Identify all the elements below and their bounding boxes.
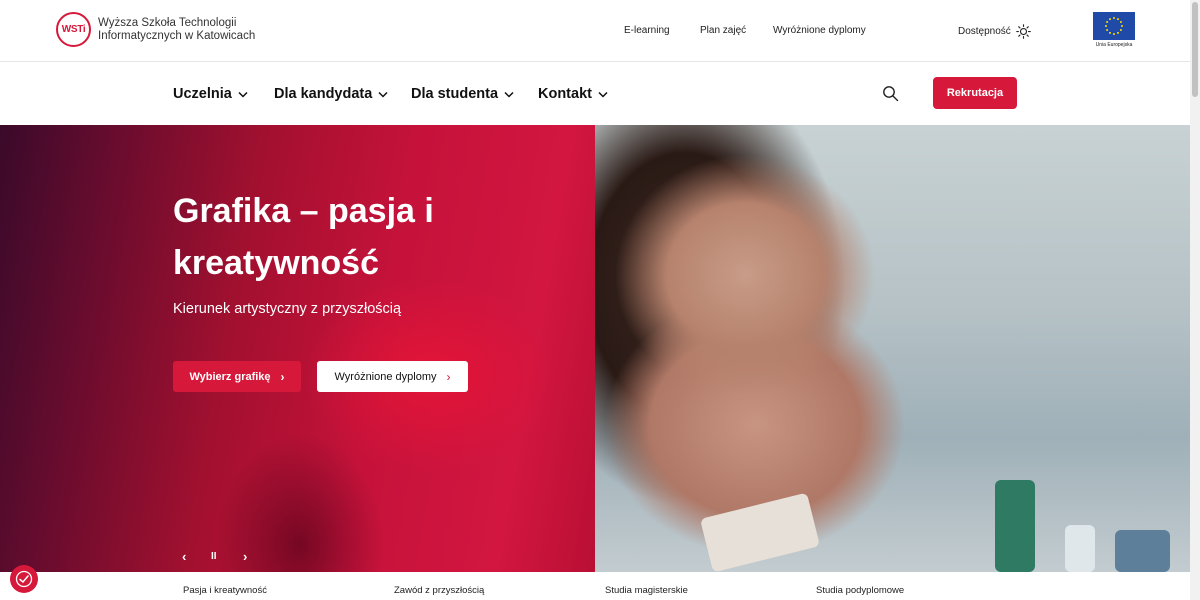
nav-item-dla-studenta[interactable]: Dla studenta (411, 86, 514, 102)
button-label: Wyróżnione dyplomy (334, 370, 437, 383)
slider-next-button[interactable]: › (243, 549, 247, 564)
chevron-right-icon: › (280, 369, 285, 384)
decorative-bottle (995, 480, 1035, 572)
chevron-down-icon (598, 91, 608, 98)
tab-zawod-z-przyszloscia[interactable]: Zawód z przyszłością (394, 585, 484, 596)
button-label: Wybierz grafikę (189, 370, 271, 383)
hero-slider: Grafika – pasja i kreatywność Kierunek a… (0, 125, 1190, 572)
hero-subtitle: Kierunek artystyczny z przyszłością (173, 301, 402, 317)
decorative-bottle (1115, 530, 1170, 572)
tab-studia-podyplomowe[interactable]: Studia podyplomowe (816, 585, 904, 596)
nav-item-label: Kontakt (538, 86, 592, 102)
decorative-paper (699, 492, 821, 572)
chevron-right-icon: › (446, 369, 451, 384)
slider-prev-button[interactable]: ‹ (182, 549, 186, 564)
rekrutacja-button[interactable]: Rekrutacja (933, 77, 1017, 109)
accessibility-label: Dostępność (958, 26, 1011, 37)
nav-item-label: Uczelnia (173, 86, 232, 102)
logo-line-1: Wyższa Szkoła Technologii (98, 16, 237, 29)
eu-logo: Unia Europejska (1093, 12, 1135, 48)
hero-title: Grafika – pasja i kreatywność (173, 192, 434, 282)
chevron-down-icon (378, 91, 388, 98)
tab-studia-magisterskie[interactable]: Studia magisterskie (605, 585, 688, 596)
nav-item-kontakt[interactable]: Kontakt (538, 86, 608, 102)
link-plan-zajec[interactable]: Plan zajęć (700, 25, 746, 36)
logo-mark: WSTi (56, 12, 91, 47)
chevron-down-icon (238, 91, 248, 98)
search-icon[interactable] (882, 85, 899, 102)
hero-image-right (595, 125, 1190, 572)
nav-item-dla-kandydata[interactable]: Dla kandydata (274, 86, 388, 102)
nav-item-uczelnia[interactable]: Uczelnia (173, 86, 248, 102)
tab-pasja-i-kreatywnosc[interactable]: Pasja i kreatywność (183, 585, 267, 596)
chevron-down-icon (504, 91, 514, 98)
eu-label: Unia Europejska (1095, 42, 1133, 48)
page-scrollbar[interactable] (1190, 0, 1200, 600)
logo-text: Wyższa Szkoła Technologii Informatycznyc… (98, 17, 255, 43)
logo[interactable]: WSTi Wyższa Szkoła Technologii Informaty… (56, 12, 255, 47)
eu-stars-icon (1105, 17, 1123, 35)
link-wyroznione-dyplomy[interactable]: Wyróżnione dyplomy (773, 25, 866, 36)
logo-line-2: Informatycznych w Katowicach (98, 29, 256, 42)
slider-pause-button[interactable]: II (211, 551, 217, 562)
nav-item-label: Dla kandydata (274, 86, 373, 102)
top-bar: WSTi Wyższa Szkoła Technologii Informaty… (0, 0, 1190, 62)
nav-item-label: Dla studenta (411, 86, 499, 102)
decorative-bottle (1065, 525, 1095, 572)
scrollbar-thumb[interactable] (1192, 2, 1198, 97)
accessibility-widget-button[interactable] (10, 565, 38, 593)
accessibility-icon (15, 570, 33, 588)
slider-tabs: Pasja i kreatywność Zawód z przyszłością… (0, 572, 1190, 600)
accessibility-toggle[interactable]: Dostępność (958, 24, 1031, 39)
main-nav: Uczelnia Dla kandydata Dla studenta Kont… (0, 62, 1190, 125)
link-e-learning[interactable]: E-learning (624, 25, 670, 36)
eu-flag-icon (1093, 12, 1135, 40)
sun-icon (1016, 24, 1031, 39)
wybierz-grafike-button[interactable]: Wybierz grafikę › (173, 361, 301, 392)
wyroznione-dyplomy-button[interactable]: Wyróżnione dyplomy › (317, 361, 468, 392)
